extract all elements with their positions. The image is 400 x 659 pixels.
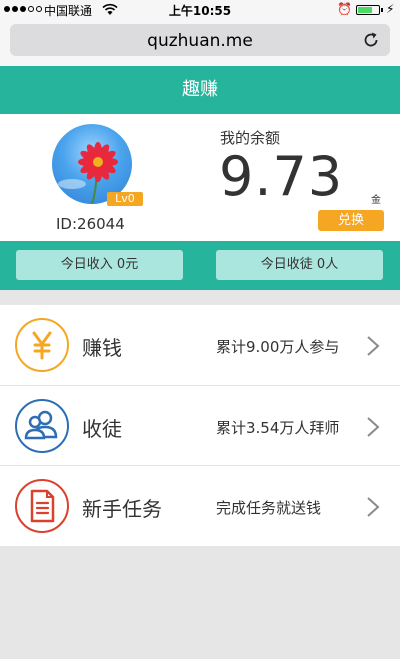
url-text[interactable]: quzhuan.me	[10, 31, 390, 51]
profile-card: Lv0 ID:26044 我的余额 9.73 金 兑换	[0, 114, 400, 241]
today-stats: 今日收入 0元 今日收徒 0人	[0, 241, 400, 290]
today-apprentice-button[interactable]: 今日收徒 0人	[216, 250, 383, 280]
menu-item-desc: 累计3.54万人拜师	[216, 419, 340, 437]
today-income-button[interactable]: 今日收入 0元	[16, 250, 183, 280]
battery-icon	[356, 5, 380, 15]
balance-unit: 金	[371, 195, 381, 206]
user-id: ID:26044	[56, 215, 125, 233]
charging-icon: ⚡	[386, 2, 395, 16]
battery-cap	[381, 8, 383, 12]
level-badge: Lv0	[107, 192, 143, 206]
url-bar[interactable]: quzhuan.me	[10, 24, 390, 56]
chevron-right-icon	[367, 336, 380, 356]
menu-item-label: 收徒	[82, 417, 122, 441]
browser-toolbar: quzhuan.me	[0, 20, 400, 66]
reload-icon[interactable]	[361, 30, 381, 50]
menu-item-newbie-tasks[interactable]: 新手任务 完成任务就送钱	[0, 465, 400, 546]
menu-item-desc: 完成任务就送钱	[216, 499, 322, 517]
document-icon	[15, 479, 69, 533]
menu-item-label: 新手任务	[82, 497, 162, 521]
menu-item-label: 赚钱	[82, 336, 122, 360]
page-title: 趣赚	[0, 66, 400, 114]
battery-level	[358, 7, 372, 13]
menu-item-desc: 累计9.00万人参与	[216, 338, 340, 356]
chevron-right-icon	[367, 417, 380, 437]
yen-icon	[15, 318, 69, 372]
balance-value: 9.73	[219, 145, 344, 208]
menu-item-apprentice[interactable]: 收徒 累计3.54万人拜师	[0, 385, 400, 466]
menu-item-earn[interactable]: 赚钱 累计9.00万人参与	[0, 305, 400, 385]
exchange-button[interactable]: 兑换	[318, 210, 384, 231]
menu-list: 赚钱 累计9.00万人参与 收徒 累计3.54万人拜师 新手任务 完成任务就送钱	[0, 305, 400, 546]
users-icon	[15, 399, 69, 453]
status-bar: 中国联通 上午10:55 ⏰ ⚡	[0, 0, 400, 20]
chevron-right-icon	[367, 497, 380, 517]
alarm-icon: ⏰	[337, 2, 352, 16]
